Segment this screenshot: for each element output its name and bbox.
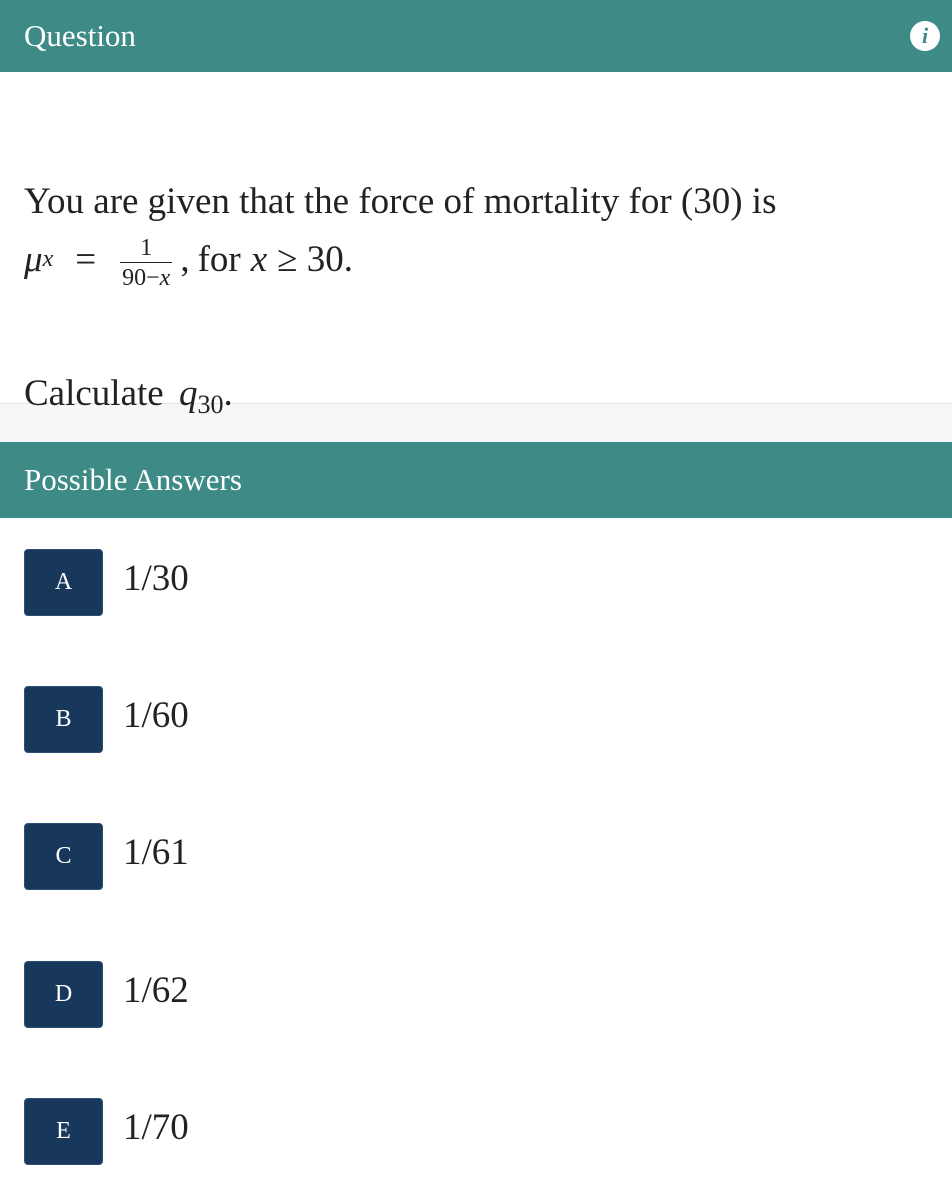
answer-text[interactable]: 1/70 (123, 1106, 189, 1149)
formula-condition: ≥ 30. (277, 238, 353, 280)
question-body: You are given that the force of mortalit… (0, 72, 952, 419)
mu-subscript: x (42, 245, 54, 272)
info-icon[interactable]: i (910, 21, 940, 51)
answer-text[interactable]: 1/61 (123, 831, 189, 874)
calc-subscript: 30 (197, 390, 224, 419)
fraction-denominator-number: 90− (122, 265, 160, 291)
formula-for: for (197, 238, 241, 280)
fraction-numerator: 1 (140, 235, 153, 261)
formula-var: x (250, 238, 268, 280)
answer-letter-badge[interactable]: C (24, 823, 103, 890)
answer-text[interactable]: 1/30 (123, 557, 189, 600)
answers-list: A 1/30 B 1/60 C 1/61 D 1/62 E 1/70 (0, 518, 952, 1202)
answer-option-a[interactable]: A 1/30 (24, 549, 189, 616)
fraction: 1 90−x (120, 235, 173, 291)
question-header: Question i (0, 0, 952, 72)
answer-option-d[interactable]: D 1/62 (24, 961, 189, 1028)
answer-text[interactable]: 1/60 (123, 694, 189, 737)
question-header-title: Question (24, 18, 136, 53)
answer-letter-badge[interactable]: E (24, 1098, 103, 1165)
question-formula: μx = 1 90−x , for x ≥ 30. (24, 232, 353, 290)
formula-comma: , (180, 238, 190, 280)
answer-option-e[interactable]: E 1/70 (24, 1098, 189, 1165)
mu-symbol: μ (24, 238, 43, 280)
answer-option-b[interactable]: B 1/60 (24, 686, 189, 753)
answer-letter-badge[interactable]: A (24, 549, 103, 616)
question-line-1: You are given that the force of mortalit… (24, 181, 777, 222)
calc-symbol: q (178, 373, 198, 414)
answer-text[interactable]: 1/62 (123, 969, 189, 1012)
question-line-calc: Calculate q30. (24, 372, 233, 420)
calc-period: . (223, 373, 233, 414)
equals-sign: = (75, 238, 97, 280)
answers-header: Possible Answers (0, 442, 952, 518)
calc-text: Calculate (24, 373, 164, 414)
answer-letter-badge[interactable]: B (24, 686, 103, 753)
answer-option-c[interactable]: C 1/61 (24, 823, 189, 890)
answers-header-title: Possible Answers (24, 462, 242, 497)
answer-letter-badge[interactable]: D (24, 961, 103, 1028)
fraction-denominator-var: x (159, 265, 171, 291)
fraction-denominator: 90−x (120, 262, 173, 291)
